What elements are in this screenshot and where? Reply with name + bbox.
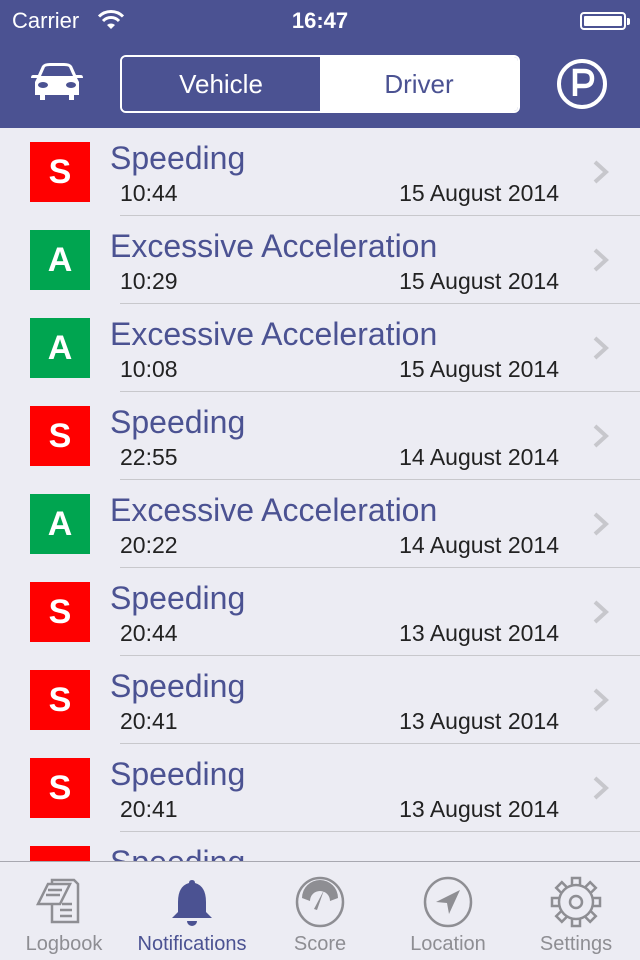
tab-settings[interactable]: Settings xyxy=(512,862,640,960)
event-type-badge: S xyxy=(30,582,90,642)
event-type-badge: S xyxy=(30,670,90,730)
logbook-icon xyxy=(35,878,80,924)
event-time: 20:44 xyxy=(120,620,178,646)
status-bar: Carrier 16:47 xyxy=(0,0,640,40)
vehicle-driver-segmented-control: Vehicle Driver xyxy=(120,55,520,113)
event-time: 10:29 xyxy=(120,268,178,294)
chevron-right-icon xyxy=(593,160,609,184)
event-date: 15 August 2014 xyxy=(399,180,559,206)
chevron-right-icon xyxy=(593,512,609,536)
notification-row[interactable]: S Speeding 22:55 14 August 2014 xyxy=(0,392,640,480)
notification-row[interactable]: S Speeding 20:44 13 August 2014 xyxy=(0,568,640,656)
notification-row[interactable]: S Speeding 20:41 13 August 2014 xyxy=(0,744,640,832)
event-type-badge: S xyxy=(30,406,90,466)
event-date: 13 August 2014 xyxy=(399,796,559,822)
event-title: Excessive Acceleration xyxy=(110,228,438,264)
segment-driver[interactable]: Driver xyxy=(320,57,518,111)
bell-icon xyxy=(172,880,212,926)
chevron-right-icon xyxy=(593,248,609,272)
notification-row[interactable]: A Excessive Acceleration 10:08 15 August… xyxy=(0,304,640,392)
event-title: Speeding xyxy=(110,668,246,704)
tab-notifications[interactable]: Notifications xyxy=(128,862,256,960)
app-screen: Carrier 16:47 Vehicle Driver S Speeding xyxy=(0,0,640,960)
event-date: 13 August 2014 xyxy=(399,708,559,734)
event-date: 14 August 2014 xyxy=(399,532,559,558)
event-time: 22:55 xyxy=(120,444,178,470)
event-type-badge: S xyxy=(30,758,90,818)
notification-row[interactable]: S Speeding 10:44 15 August 2014 xyxy=(0,128,640,216)
tab-logbook[interactable]: Logbook xyxy=(0,862,128,960)
event-date: 13 August 2014 xyxy=(399,620,559,646)
chevron-right-icon xyxy=(593,600,609,624)
battery-icon xyxy=(580,12,630,30)
event-title: Speeding xyxy=(110,844,246,862)
event-time: 20:41 xyxy=(120,796,178,822)
chevron-right-icon xyxy=(593,424,609,448)
segment-vehicle[interactable]: Vehicle xyxy=(122,57,320,111)
chevron-right-icon xyxy=(593,688,609,712)
event-date: 15 August 2014 xyxy=(399,356,559,382)
event-date: 14 August 2014 xyxy=(399,444,559,470)
tab-location[interactable]: Location xyxy=(384,862,512,960)
navigation-header: Carrier 16:47 Vehicle Driver xyxy=(0,0,640,128)
chevron-right-icon xyxy=(593,776,609,800)
event-title: Excessive Acceleration xyxy=(110,492,438,528)
event-time: 20:41 xyxy=(120,708,178,734)
tab-label: Logbook xyxy=(25,933,103,955)
notification-row[interactable]: S Speeding 20:41 13 August 2014 xyxy=(0,656,640,744)
notifications-list: S Speeding 10:44 15 August 2014 A Excess… xyxy=(0,128,640,862)
event-title: Speeding xyxy=(110,756,246,792)
status-time: 16:47 xyxy=(291,8,349,33)
notification-row[interactable]: S Speeding xyxy=(0,832,640,862)
event-title: Speeding xyxy=(110,140,246,176)
notification-row[interactable]: A Excessive Acceleration 20:22 14 August… xyxy=(0,480,640,568)
tab-label: Notifications xyxy=(137,933,247,955)
event-title: Excessive Acceleration xyxy=(110,316,438,352)
event-type-badge: S xyxy=(30,846,90,862)
event-time: 20:22 xyxy=(120,532,178,558)
event-type-badge: A xyxy=(30,494,90,554)
gear-icon xyxy=(550,876,602,928)
tab-label: Location xyxy=(410,933,486,955)
event-date: 15 August 2014 xyxy=(399,268,559,294)
tab-bar: Logbook Notifications Score Location Setting… xyxy=(0,861,640,960)
tab-score[interactable]: Score xyxy=(256,862,384,960)
notification-row[interactable]: A Excessive Acceleration 10:29 15 August… xyxy=(0,216,640,304)
tab-label: Settings xyxy=(539,933,613,955)
event-title: Speeding xyxy=(110,404,246,440)
chevron-right-icon xyxy=(593,336,609,360)
parking-icon[interactable] xyxy=(556,58,608,110)
gauge-icon xyxy=(295,876,345,928)
event-type-badge: A xyxy=(30,230,90,290)
location-arrow-icon xyxy=(423,876,473,928)
event-time: 10:44 xyxy=(120,180,178,206)
event-time: 10:08 xyxy=(120,356,178,382)
event-type-badge: S xyxy=(30,142,90,202)
event-type-badge: A xyxy=(30,318,90,378)
event-title: Speeding xyxy=(110,580,246,616)
car-icon[interactable] xyxy=(30,62,84,102)
tab-label: Score xyxy=(293,933,347,955)
